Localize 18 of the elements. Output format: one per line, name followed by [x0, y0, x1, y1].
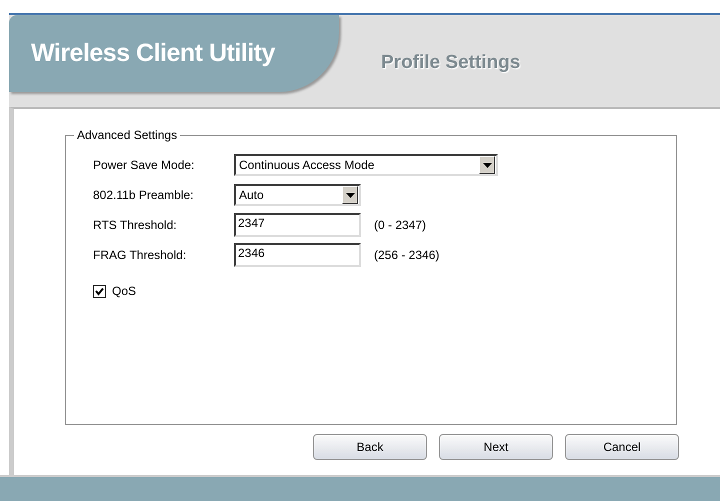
input-field[interactable]: 2346 [234, 243, 361, 267]
field-label: RTS Threshold: [93, 218, 178, 232]
wizard-button[interactable]: Cancel [565, 434, 679, 460]
range-hint: (256 - 2346) [374, 248, 440, 262]
checkbox[interactable] [93, 284, 106, 298]
dropdown[interactable]: Auto [234, 184, 361, 206]
input-field[interactable]: 2347 [234, 213, 361, 237]
dropdown[interactable]: Continuous Access Mode [234, 154, 498, 176]
range-hint: (0 - 2347) [374, 218, 426, 232]
wizard-button[interactable]: Next [439, 434, 553, 460]
section-title: Profile Settings [381, 52, 520, 75]
group-legend: Advanced Settings [74, 128, 180, 142]
field-label: Power Save Mode: [93, 158, 196, 172]
wizard-button[interactable]: Back [313, 434, 427, 460]
app-title: Wireless Client Utility [31, 39, 275, 68]
field-label: FRAG Threshold: [93, 248, 188, 262]
checkbox-label: QoS [112, 284, 136, 298]
field-label: 802.11b Preamble: [93, 188, 195, 202]
